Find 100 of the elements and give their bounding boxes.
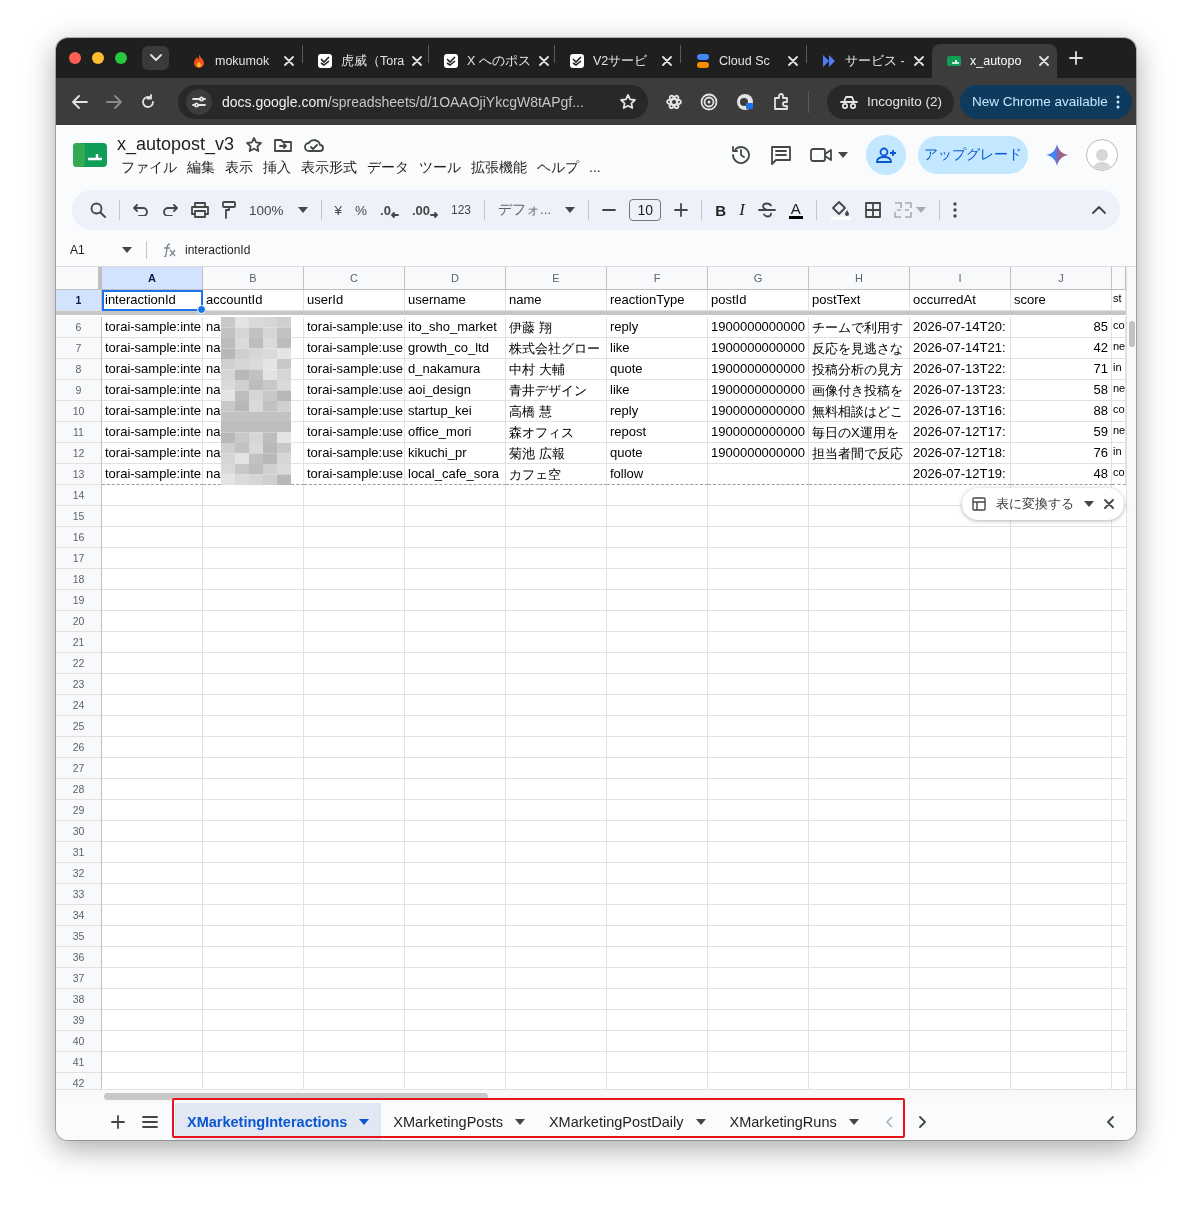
column-header[interactable]: H [809, 267, 910, 290]
row-number[interactable]: 41 [56, 1052, 102, 1073]
sheet-tab[interactable]: XMarketingPostDaily [536, 1103, 718, 1140]
row-number[interactable]: 18 [56, 569, 102, 590]
collapse-icon[interactable] [1092, 206, 1106, 214]
row-number[interactable]: 35 [56, 926, 102, 947]
row-number[interactable]: 39 [56, 1010, 102, 1031]
move-folder-icon[interactable] [274, 137, 293, 152]
name-box[interactable]: A1 [70, 243, 132, 257]
row-number[interactable]: 28 [56, 779, 102, 800]
fill-color-icon[interactable] [829, 200, 852, 220]
scroll-right-icon[interactable] [918, 1115, 927, 1128]
text-color-button[interactable]: A [788, 201, 803, 219]
incognito-button[interactable]: Incognito (2) [827, 84, 955, 119]
row-number[interactable]: 13 [56, 464, 102, 485]
convert-to-table-button[interactable]: 表に変換する [962, 488, 1124, 520]
close-window-button[interactable] [69, 52, 81, 64]
sheet-tab[interactable]: XMarketingInteractions [175, 1103, 382, 1140]
menu-item[interactable]: ツール [415, 158, 465, 178]
close-icon[interactable] [1104, 499, 1114, 509]
address-bar[interactable]: docs.google.com/spreadsheets/d/1OAAOjiYkcgW8tAPgf... [178, 84, 648, 119]
browser-tab[interactable]: V2サービ [555, 44, 680, 78]
column-header[interactable]: F [607, 267, 708, 290]
row-number[interactable]: 12 [56, 443, 102, 464]
column-header[interactable]: J [1011, 267, 1112, 290]
update-button[interactable]: New Chrome available [960, 84, 1132, 119]
row-number[interactable]: 42 [56, 1073, 102, 1089]
column-header[interactable]: D [405, 267, 506, 290]
row-number[interactable]: 17 [56, 548, 102, 569]
row-number[interactable]: 26 [56, 737, 102, 758]
add-sheet-icon[interactable] [111, 1114, 125, 1129]
bold-button[interactable]: B [715, 201, 727, 219]
row-number[interactable]: 37 [56, 968, 102, 989]
row-number[interactable]: 6 [56, 317, 102, 338]
row-number[interactable]: 25 [56, 716, 102, 737]
column-header[interactable]: C [304, 267, 405, 290]
browser-tab[interactable]: mokumok [177, 44, 302, 78]
currency-button[interactable]: ¥ [334, 202, 343, 218]
row-number[interactable]: 8 [56, 359, 102, 380]
borders-icon[interactable] [864, 202, 881, 218]
cloud-check-icon[interactable] [304, 137, 325, 152]
atom-icon[interactable] [666, 93, 682, 110]
row-number[interactable]: 11 [56, 422, 102, 443]
paint-format-icon[interactable] [222, 201, 236, 219]
back-arrow-icon[interactable] [72, 94, 88, 109]
row-number[interactable]: 36 [56, 947, 102, 968]
all-sheets-icon[interactable] [142, 1115, 158, 1128]
horizontal-scrollbar[interactable] [56, 1089, 1136, 1103]
side-panel-toggle-icon[interactable] [1106, 1115, 1114, 1128]
column-header[interactable]: B [203, 267, 304, 290]
sheet-tab[interactable]: XMarketingRuns [717, 1103, 871, 1140]
row-number[interactable]: 14 [56, 485, 102, 506]
font-size-field[interactable]: 10 [629, 199, 662, 221]
number-format-button[interactable]: 123 [451, 203, 471, 217]
row-number[interactable]: 10 [56, 401, 102, 422]
browser-tab[interactable]: x_autopo [932, 44, 1057, 78]
increase-decimal-button[interactable]: .00 [411, 202, 438, 218]
video-camera-icon[interactable] [810, 147, 832, 163]
row-number[interactable]: 24 [56, 695, 102, 716]
undo-icon[interactable] [133, 204, 149, 216]
forward-arrow-icon[interactable] [106, 94, 122, 109]
redo-icon[interactable] [162, 204, 178, 216]
browser-tab[interactable]: X へのポス [429, 44, 554, 78]
minimize-window-button[interactable] [92, 52, 104, 64]
row-number[interactable]: 31 [56, 842, 102, 863]
browser-tab[interactable]: サービス - [807, 44, 932, 78]
sparkle-icon[interactable] [1046, 144, 1068, 166]
menu-item[interactable]: 挿入 [259, 158, 295, 178]
row-number[interactable]: 30 [56, 821, 102, 842]
share-button[interactable] [866, 135, 906, 175]
zoom-window-button[interactable] [115, 52, 127, 64]
percent-button[interactable]: % [355, 202, 368, 218]
plus-icon[interactable] [674, 203, 689, 217]
strikethrough-icon[interactable] [757, 202, 776, 218]
row-number[interactable]: 38 [56, 989, 102, 1010]
menu-item[interactable]: 拡張機能 [467, 158, 531, 178]
upgrade-button[interactable]: アップグレード [918, 136, 1028, 174]
fill-handle[interactable] [197, 305, 206, 314]
row-number[interactable]: 23 [56, 674, 102, 695]
browser-tab[interactable]: Cloud Sc [681, 44, 806, 78]
spreadsheet-logo-icon[interactable] [73, 143, 107, 167]
row-number[interactable]: 1 [56, 290, 102, 311]
vertical-scrollbar[interactable] [1126, 267, 1136, 1089]
row-number[interactable]: 32 [56, 863, 102, 884]
reload-icon[interactable] [140, 93, 156, 110]
star-icon[interactable] [246, 136, 263, 153]
menu-item[interactable]: ヘルプ [533, 158, 583, 178]
row-number[interactable]: 20 [56, 611, 102, 632]
menu-item[interactable]: ファイル [117, 158, 181, 178]
font-dropdown[interactable]: デフォ... [498, 201, 576, 219]
comment-icon[interactable] [770, 145, 792, 165]
target-icon[interactable] [700, 92, 718, 111]
row-number[interactable]: 34 [56, 905, 102, 926]
menu-item[interactable]: ... [585, 158, 605, 178]
decrease-decimal-button[interactable]: .0 [380, 202, 399, 218]
merge-cells-icon[interactable] [893, 202, 912, 218]
row-number[interactable]: 29 [56, 800, 102, 821]
column-header[interactable]: A [102, 267, 203, 290]
menu-item[interactable]: 編集 [183, 158, 219, 178]
italic-button[interactable]: I [739, 200, 745, 220]
